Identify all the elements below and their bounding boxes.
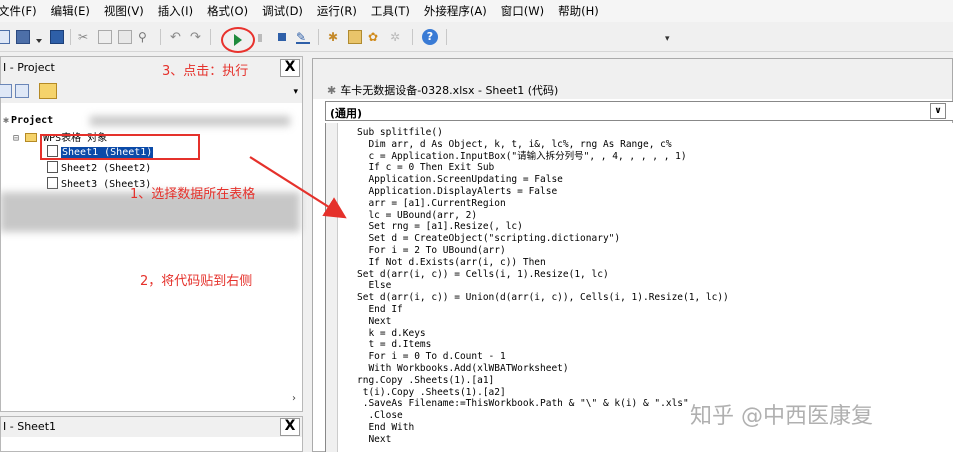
code-margin [326,123,338,452]
code-line: Next [357,433,392,445]
menu-window[interactable]: 窗口(W) [501,3,544,19]
sheet1-highlight-box [40,134,200,160]
code-line: For i = 0 To d.Count - 1 [357,351,506,363]
toolbar-separator [70,29,71,45]
code-line: Application.ScreenUpdating = False [357,174,563,186]
properties-window-icon[interactable] [348,30,362,44]
code-line: Set d(arr(i, c)) = Cells(i, 1).Resize(1,… [357,268,609,280]
sheet-icon [47,161,58,173]
menu-insert[interactable]: 插入(I) [158,3,193,19]
toolbar-separator [160,29,161,45]
run-highlight-circle [221,27,255,53]
annotation-step2: 2，将代码贴到右侧 [140,274,253,289]
code-line: c = Application.InputBox("请输入拆分列号", , 4,… [357,150,687,162]
properties-pane-close-button[interactable]: X [280,418,300,436]
menu-format[interactable]: 格式(O) [207,3,248,19]
standard-toolbar: ✂ ⚲ ↶ ↷ ✎ ✱ ✿ ✲ ? [0,22,953,53]
toolbox-icon[interactable]: ✲ [390,30,404,44]
folder-icon [25,133,38,142]
scroll-right-icon[interactable]: › [292,393,296,404]
object-browser-icon[interactable]: ✿ [368,30,382,44]
menu-run[interactable]: 运行(R) [317,3,357,19]
code-line: Set d(arr(i, c)) = Union(d(arr(i, c)), C… [357,292,729,304]
code-line: Set rng = [a1].Resize(, lc) [357,221,523,233]
code-window: ✱ 车卡无数据设备-0328.xlsx - Sheet1 (代码) (通用) ∨ … [312,58,953,452]
project-icon: ✱ [3,115,10,126]
code-line: Sub splitfile() [357,127,443,138]
undo-icon[interactable]: ↶ [170,30,184,45]
menu-file[interactable]: 文件(F) [0,3,37,19]
insert-module-icon[interactable] [16,30,30,44]
code-line: .Close [357,410,403,422]
dropdown-arrow-icon[interactable] [36,34,42,43]
annotation-step1: 1、选择数据所在表格 [130,187,256,202]
code-line: If Not d.Exists(arr(i, c)) Then [357,256,546,268]
toolbar-overflow-icon[interactable]: ▾ [665,34,670,44]
properties-pane-title: I - Sheet1 [1,417,302,437]
code-line: Else [357,280,392,292]
code-line: .SaveAs Filename:=ThisWorkbook.Path & "\… [357,398,689,410]
view-code-icon[interactable] [0,84,12,98]
paste-icon[interactable] [118,30,132,44]
design-mode-icon[interactable]: ✎ [296,30,310,44]
object-combo[interactable]: (通用) ∨ [325,101,953,121]
menu-debug[interactable]: 调试(D) [262,3,303,19]
code-line: End With [357,421,415,433]
menu-bar: 文件(F) 编辑(E) 视图(V) 插入(I) 格式(O) 调试(D) 运行(R… [0,0,953,22]
tree-project-root[interactable]: ✱ Project [3,115,53,126]
code-text: Sub splitfile() Dim arr, d As Object, k,… [357,127,729,446]
toolbar-separator [318,29,319,45]
sheet-icon [47,177,58,189]
menu-addins[interactable]: 外接程序(A) [424,3,487,19]
reset-icon[interactable] [278,33,286,41]
code-line: rng.Copy .Sheets(1).[a1] [357,374,495,386]
code-line: Next [357,315,392,327]
project-pane-title: I - Project [1,57,302,79]
menu-tools[interactable]: 工具(T) [371,3,410,19]
menu-edit[interactable]: 编辑(E) [51,3,90,19]
find-icon[interactable]: ⚲ [138,30,152,44]
annotation-step3: 3、点击：执行 [162,64,249,79]
collapse-icon: ⊟ [13,133,20,144]
code-line: For i = 2 To UBound(arr) [357,244,506,256]
code-window-title: ✱ 车卡无数据设备-0328.xlsx - Sheet1 (代码) [313,59,952,99]
properties-pane: I - Sheet1 X [0,416,303,452]
code-window-icon: ✱ [327,84,337,97]
code-line: lc = UBound(arr, 2) [357,209,478,221]
project-pane-close-button[interactable]: X [280,59,300,77]
project-pane-toolbar: ▾ [0,79,302,103]
toolbar-separator [446,29,447,45]
toolbar-separator [210,29,211,45]
toolbar-separator [412,29,413,45]
code-line: With Workbooks.Add(xlWBATWorksheet) [357,362,569,374]
code-line: Set d = CreateObject("scripting.dictiona… [357,233,621,245]
toggle-folders-icon[interactable] [39,83,57,99]
view-object-icon[interactable] [15,84,29,98]
menu-help[interactable]: 帮助(H) [558,3,599,19]
code-line: arr = [a1].CurrentRegion [357,197,506,209]
cut-icon[interactable]: ✂ [78,30,92,44]
tree-item-sheet2[interactable]: Sheet2 (Sheet2) [47,161,151,174]
code-line: If c = 0 Then Exit Sub [357,162,495,174]
combo-dropdown-icon[interactable]: ∨ [930,103,946,119]
view-excel-icon[interactable] [0,30,10,44]
code-line: Dim arr, d As Object, k, t, i&, lc%, rng… [357,138,672,150]
pane-scroll-icon[interactable]: ▾ [293,87,298,97]
code-line: k = d.Keys [357,327,426,339]
save-icon[interactable] [50,30,64,44]
code-line: Application.DisplayAlerts = False [357,185,558,197]
menu-view[interactable]: 视图(V) [104,3,144,19]
code-line: End If [357,303,403,315]
copy-icon[interactable] [98,30,112,44]
redacted-region [90,116,290,126]
redo-icon[interactable]: ↷ [190,30,204,45]
code-line: t(i).Copy .Sheets(1).[a2] [357,386,506,398]
help-icon[interactable]: ? [422,29,438,45]
project-explorer-pane: I - Project X ▾ ✱ Project ⊟ WPS表格 对象 Shee… [0,56,303,412]
break-icon[interactable] [258,34,262,42]
watermark: 知乎 @中西医康复 [690,404,873,429]
code-line: t = d.Items [357,339,432,351]
project-explorer-icon[interactable]: ✱ [328,30,342,44]
